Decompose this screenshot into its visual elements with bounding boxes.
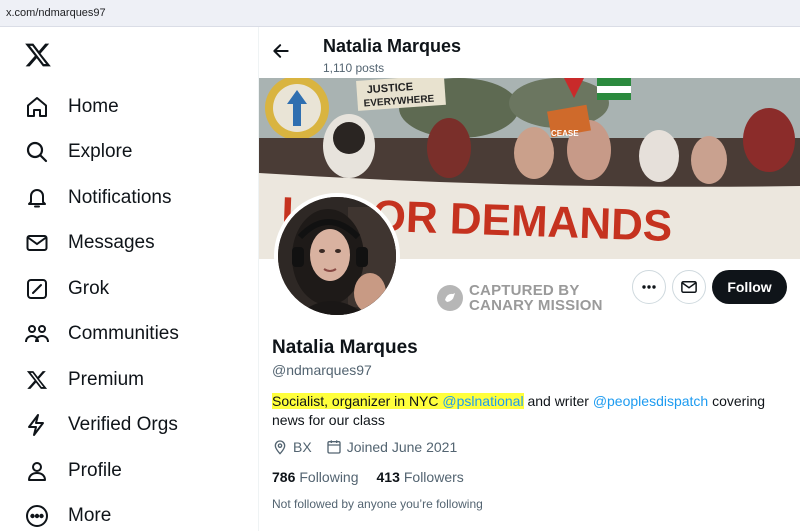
grok-icon — [22, 274, 52, 304]
page-title: Natalia Marques — [323, 36, 462, 56]
following-link[interactable]: 786 Following — [272, 469, 359, 485]
message-button[interactable] — [672, 270, 706, 304]
sidebar-item-label: Verified Orgs — [68, 414, 178, 435]
canary-logo-icon — [437, 285, 463, 311]
bell-icon — [22, 183, 52, 213]
followers-link[interactable]: 413 Followers — [377, 469, 464, 485]
bio-highlighted-text: Socialist, organizer in NYC @pslnational — [272, 393, 524, 409]
x-logo-icon — [22, 365, 52, 395]
sidebar-item-messages[interactable]: Messages — [22, 223, 242, 263]
mention-link-pslnational[interactable]: @pslnational — [442, 393, 523, 409]
sidebar-item-label: Messages — [68, 232, 155, 253]
sidebar-item-profile[interactable]: Profile — [22, 451, 242, 491]
profile-header: Natalia Marques 1,110 posts — [259, 27, 800, 78]
bio-text: and writer — [523, 393, 593, 409]
location-text: BX — [293, 439, 312, 455]
following-count: 786 — [272, 469, 296, 485]
more-options-button[interactable] — [632, 270, 666, 304]
calendar-icon — [327, 440, 341, 454]
sidebar-item-label: Explore — [68, 141, 133, 162]
more-circle-icon — [22, 501, 52, 531]
profile-name: Natalia Marques — [272, 337, 418, 358]
sidebar-item-notifications[interactable]: Notifications — [22, 178, 242, 218]
envelope-icon — [681, 281, 697, 293]
search-icon — [22, 137, 52, 167]
watermark-line2: CANARY MISSION — [469, 297, 603, 314]
sidebar-item-label: Grok — [68, 278, 110, 299]
avatar[interactable] — [274, 193, 400, 319]
watermark-line1: CAPTURED BY — [469, 282, 580, 299]
sidebar-item-label: Notifications — [68, 187, 172, 208]
url-text[interactable]: x.com/ndmarques97 — [6, 7, 106, 19]
profile-bio: Socialist, organizer in NYC @pslnational… — [272, 392, 782, 430]
envelope-icon — [22, 228, 52, 258]
not-followed-notice: Not followed by anyone you’re following — [272, 497, 483, 511]
sidebar-item-label: Premium — [68, 369, 145, 390]
followers-count: 413 — [376, 469, 400, 485]
sidebar-item-grok[interactable]: Grok — [22, 269, 242, 309]
sidebar-item-label: More — [68, 505, 112, 526]
sidebar-item-home[interactable]: Home — [22, 87, 242, 127]
sign-text-cease: CEASE — [551, 129, 579, 138]
watermark: CAPTURED BY CANARY MISSION — [437, 283, 603, 313]
joined-date: Joined June 2021 — [346, 439, 458, 455]
profile-handle: @ndmarques97 — [272, 362, 372, 378]
person-icon — [22, 456, 52, 486]
mention-link-peoplesdispatch[interactable]: @peoplesdispatch — [593, 393, 708, 409]
sidebar-item-label: Communities — [68, 323, 179, 344]
browser-url-bar[interactable]: x.com/ndmarques97 — [0, 0, 800, 27]
follow-stats: 786 Following 413 Followers — [272, 469, 482, 485]
sidebar-item-label: Home — [68, 96, 119, 117]
following-label: Following — [299, 469, 359, 485]
sidebar-item-explore[interactable]: Explore — [22, 132, 242, 172]
sidebar-item-verified-orgs[interactable]: Verified Orgs — [22, 405, 242, 445]
sidebar-item-communities[interactable]: Communities — [22, 314, 242, 354]
sidebar-item-label: Profile — [68, 460, 122, 481]
lightning-icon — [22, 410, 52, 440]
people-icon — [22, 319, 52, 349]
location-pin-icon — [274, 440, 286, 455]
posts-count: 1,110 posts — [323, 61, 385, 75]
back-arrow-icon[interactable] — [271, 41, 293, 63]
home-icon — [22, 92, 52, 122]
ellipsis-icon — [642, 285, 656, 289]
sidebar: Home Explore Notifications Messages Grok… — [0, 27, 258, 531]
followers-label: Followers — [403, 469, 464, 485]
x-logo-icon[interactable] — [24, 41, 54, 71]
bio-text: Socialist, organizer in NYC — [272, 393, 443, 409]
follow-button[interactable]: Follow — [712, 270, 787, 304]
profile-meta: BX Joined June 2021 — [272, 439, 471, 455]
sidebar-item-more[interactable]: More — [22, 496, 242, 531]
sidebar-item-premium[interactable]: Premium — [22, 360, 242, 400]
